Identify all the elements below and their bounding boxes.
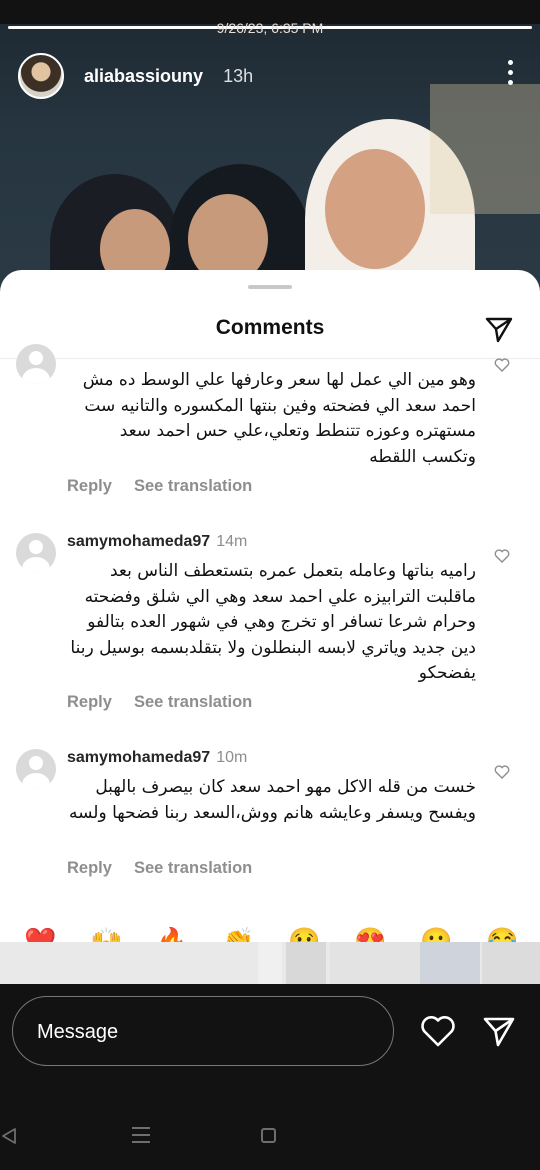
comments-sheet: Comments وهو مين الي عمل لها سعر وعارفها…	[0, 270, 540, 984]
comment-username-text[interactable]: samymohameda97	[67, 533, 210, 550]
comment-actions: Reply See translation	[67, 693, 274, 712]
heart-icon[interactable]	[420, 1014, 456, 1048]
back-icon[interactable]	[0, 1127, 18, 1145]
message-placeholder: Message	[37, 1021, 119, 1043]
comment-username-text[interactable]: samymohameda97	[67, 749, 210, 766]
system-nav-bar	[0, 1127, 540, 1147]
send-icon[interactable]	[484, 314, 514, 344]
comment-text: راميه بناتها وعامله بتعمل عمره بتستعطف ا…	[70, 561, 476, 683]
story-time: 13h	[223, 65, 254, 86]
heart-icon[interactable]	[494, 548, 510, 564]
reply-button[interactable]: Reply	[67, 693, 112, 711]
more-vertical-icon[interactable]	[508, 60, 514, 90]
bottom-area: Message	[0, 984, 540, 1170]
thumbnail	[330, 942, 420, 984]
drag-handle[interactable]	[248, 285, 292, 289]
reply-button[interactable]: Reply	[67, 477, 112, 495]
heart-icon[interactable]	[494, 764, 510, 780]
heart-icon[interactable]	[494, 357, 510, 373]
see-translation-button[interactable]: See translation	[134, 693, 252, 711]
story-face	[325, 149, 425, 269]
send-icon[interactable]	[482, 1014, 516, 1048]
comment-avatar[interactable]	[16, 533, 56, 573]
comment-avatar[interactable]	[16, 344, 56, 384]
thumbnail	[482, 942, 540, 984]
comment-actions: Reply See translation	[67, 477, 274, 496]
comment-username[interactable]: samymohameda97 14m	[67, 533, 247, 551]
message-input[interactable]: Message	[12, 996, 394, 1066]
sheet-title: Comments	[215, 316, 325, 339]
recents-icon[interactable]	[132, 1127, 150, 1143]
thumbnail	[286, 942, 326, 984]
story-username[interactable]: aliabassiouny	[84, 66, 203, 87]
avatar[interactable]	[18, 53, 64, 99]
comment-text: خست من قله الاكل مهو احمد سعد كان بيصرف …	[69, 777, 476, 823]
comment-text: وهو مين الي عمل لها سعر وعارفها علي الوس…	[82, 370, 476, 467]
comment-username[interactable]: samymohameda97 10m	[67, 749, 247, 767]
comment-time: 14m	[216, 533, 248, 550]
thumbnail	[420, 942, 480, 984]
see-translation-button[interactable]: See translation	[134, 477, 252, 495]
home-icon[interactable]	[261, 1128, 276, 1143]
comment-avatar[interactable]	[16, 749, 56, 789]
screenshot-thumbnail-strip	[0, 942, 540, 984]
story-header: aliabassiouny 13h	[18, 52, 522, 100]
thumbnail	[258, 942, 282, 984]
divider	[0, 358, 540, 359]
story-background-detail	[430, 84, 540, 214]
comment-time: 10m	[216, 749, 248, 766]
status-timestamp: 9/26/23, 6:35 PM	[216, 20, 324, 36]
